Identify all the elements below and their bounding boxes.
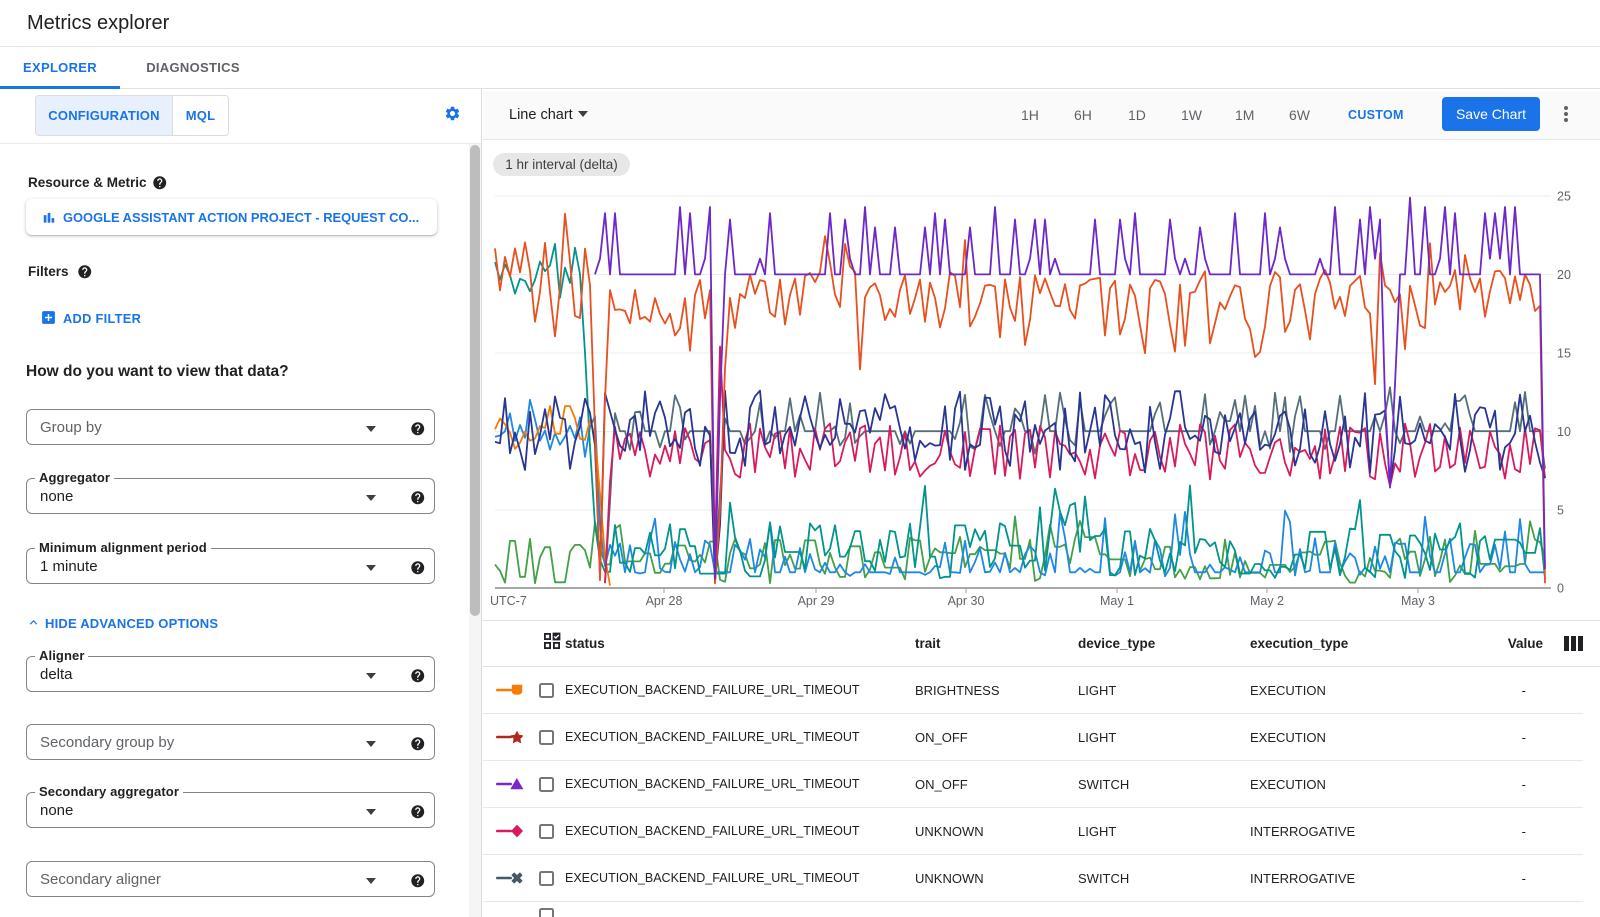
svg-text:0: 0: [1557, 582, 1564, 596]
svg-text:UTC-7: UTC-7: [490, 594, 527, 608]
svg-text:May 1: May 1: [1100, 594, 1134, 608]
svg-text:20: 20: [1557, 268, 1571, 282]
svg-text:15: 15: [1557, 347, 1571, 361]
svg-text:May 2: May 2: [1250, 594, 1284, 608]
svg-text:10: 10: [1557, 425, 1571, 439]
svg-text:Apr 30: Apr 30: [948, 594, 985, 608]
svg-text:25: 25: [1557, 190, 1571, 204]
svg-text:5: 5: [1557, 504, 1564, 518]
svg-text:Apr 28: Apr 28: [646, 594, 683, 608]
svg-text:May 3: May 3: [1401, 594, 1435, 608]
svg-text:Apr 29: Apr 29: [798, 594, 835, 608]
